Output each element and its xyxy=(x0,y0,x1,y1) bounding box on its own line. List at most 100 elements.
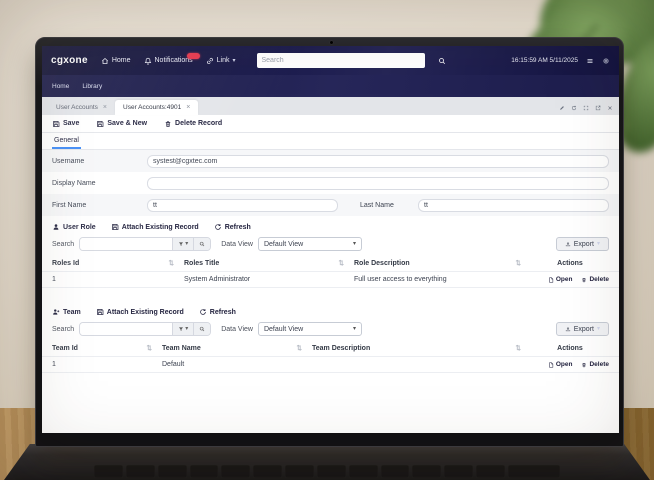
tab-label: User Accounts:4901 xyxy=(123,104,182,111)
team-name-cell: Default xyxy=(162,361,185,368)
record-toolbar: Save Save & New Delete Record xyxy=(42,115,619,133)
teams-filter-button[interactable]: ▾ xyxy=(172,323,194,335)
col-team-id[interactable]: Team Id xyxy=(52,345,78,352)
role-delete-button[interactable]: Delete xyxy=(581,276,609,283)
save-and-new-button[interactable]: Save & New xyxy=(96,120,147,128)
tab-close-icon[interactable]: × xyxy=(103,104,107,111)
teams-section: Team Attach Existing Record Refresh Sear… xyxy=(42,301,619,373)
tab-general[interactable]: General xyxy=(52,133,81,149)
team-delete-label: Delete xyxy=(589,361,609,368)
laptop-screen: cgxone Home Notifications Link ▾ Search … xyxy=(35,37,624,447)
sort-icon[interactable]: ⇅ xyxy=(297,344,302,352)
display-name-field[interactable] xyxy=(147,176,609,190)
chevron-down-icon: ▾ xyxy=(352,326,356,332)
trash-icon xyxy=(164,120,172,128)
roles-toolbar: User Role Attach Existing Record Refresh xyxy=(42,216,619,234)
roles-search-input[interactable] xyxy=(80,238,173,250)
teams-table-header: Team Id ⇅ Team Name ⇅ Team Description ⇅ Ac… xyxy=(42,340,619,356)
teams-table-row[interactable]: 1 Default Open Delete xyxy=(42,356,619,373)
laptop-keyboard xyxy=(94,465,560,478)
role-open-label: Open xyxy=(555,276,573,283)
refresh-icon[interactable] xyxy=(571,105,577,111)
search-icon xyxy=(199,326,205,332)
add-team-label: Team xyxy=(63,308,81,316)
menu-list-icon[interactable] xyxy=(586,57,594,65)
team-open-button[interactable]: Open xyxy=(548,361,572,368)
tab-user-accounts-4901[interactable]: User Accounts:4901 × xyxy=(115,100,199,115)
role-title-cell: System Administrator xyxy=(184,276,251,283)
edit-icon[interactable] xyxy=(559,105,565,111)
person-plus-icon xyxy=(52,308,60,316)
roles-search-button[interactable] xyxy=(193,238,211,250)
last-name-field[interactable] xyxy=(418,198,609,212)
roles-data-view-select[interactable]: Default View ▾ xyxy=(257,237,362,251)
col-roles-id[interactable]: Roles Id xyxy=(52,260,79,267)
teams-search-button[interactable] xyxy=(193,323,211,335)
teams-attach-label: Attach Existing Record xyxy=(106,308,184,316)
col-team-description[interactable]: Team Description xyxy=(312,345,370,352)
sort-icon[interactable]: ⇅ xyxy=(147,344,152,352)
roles-data-view-label: Data View xyxy=(221,240,253,248)
role-open-button[interactable]: Open xyxy=(548,276,573,283)
webcam xyxy=(329,41,333,44)
col-roles-title[interactable]: Roles Title xyxy=(184,260,219,267)
close-icon[interactable] xyxy=(607,105,613,111)
gear-icon[interactable] xyxy=(602,57,610,65)
save-icon xyxy=(111,223,119,231)
username-label: Username xyxy=(52,157,85,165)
add-user-role-label: User Role xyxy=(63,223,96,231)
menubar-item-home[interactable]: Home xyxy=(52,83,69,90)
role-description-cell: Full user access to everything xyxy=(354,276,447,283)
notification-badge xyxy=(186,52,200,59)
save-icon xyxy=(96,308,104,316)
first-name-field[interactable] xyxy=(147,198,338,212)
sort-icon[interactable]: ⇅ xyxy=(339,259,344,267)
display-name-row: Display Name xyxy=(42,172,619,194)
popout-icon[interactable] xyxy=(595,105,601,111)
menubar-item-library[interactable]: Library xyxy=(82,83,102,90)
roles-refresh-button[interactable]: Refresh xyxy=(214,223,251,231)
sort-icon[interactable]: ⇅ xyxy=(169,259,174,267)
teams-search-input[interactable] xyxy=(80,323,173,335)
search-icon[interactable] xyxy=(438,57,446,65)
home-icon xyxy=(101,57,109,65)
nav-link-menu[interactable]: Link ▾ xyxy=(206,57,236,65)
fullscreen-icon[interactable] xyxy=(583,105,589,111)
tab-user-accounts[interactable]: User Accounts × xyxy=(48,100,115,115)
teams-export-button[interactable]: Export ▾ xyxy=(555,322,609,336)
team-delete-button[interactable]: Delete xyxy=(581,361,609,368)
roles-search-row: Search ▾ Data View Default View ▾ Export… xyxy=(42,234,619,255)
names-row: First Name Last Name xyxy=(42,194,619,216)
add-team-button[interactable]: Team xyxy=(52,308,81,316)
roles-export-button[interactable]: Export ▾ xyxy=(555,237,609,251)
photo-scene: cgxone Home Notifications Link ▾ Search … xyxy=(0,0,654,480)
roles-table-row[interactable]: 1 System Administrator Full user access … xyxy=(42,271,619,288)
top-navbar: cgxone Home Notifications Link ▾ Search … xyxy=(42,46,619,75)
teams-refresh-button[interactable]: Refresh xyxy=(199,308,236,316)
nav-home[interactable]: Home xyxy=(101,57,131,65)
download-icon xyxy=(565,326,571,332)
tab-close-icon[interactable]: × xyxy=(186,104,190,111)
add-user-role-button[interactable]: User Role xyxy=(52,223,96,231)
teams-attach-existing-button[interactable]: Attach Existing Record xyxy=(96,308,184,316)
navbar-right: 16:15:59 AM 5/11/2025 xyxy=(511,57,610,65)
roles-search-group: ▾ xyxy=(79,237,212,251)
refresh-icon xyxy=(214,223,222,231)
roles-filter-button[interactable]: ▾ xyxy=(172,238,194,250)
nav-notifications[interactable]: Notifications xyxy=(144,52,200,65)
global-search-input[interactable] xyxy=(256,53,425,68)
roles-attach-label: Attach Existing Record xyxy=(121,223,199,231)
panel-controls xyxy=(559,105,613,115)
roles-attach-existing-button[interactable]: Attach Existing Record xyxy=(111,223,199,231)
teams-export-label: Export xyxy=(573,325,594,333)
sort-icon[interactable]: ⇅ xyxy=(516,344,521,352)
col-role-description[interactable]: Role Description xyxy=(354,260,410,267)
col-team-name[interactable]: Team Name xyxy=(162,345,201,352)
roles-table-header: Roles Id ⇅ Roles Title ⇅ Role Description ⇅… xyxy=(42,255,619,271)
username-field[interactable] xyxy=(147,154,609,168)
save-button[interactable]: Save xyxy=(52,120,79,128)
sort-icon[interactable]: ⇅ xyxy=(516,259,521,267)
teams-data-view-select[interactable]: Default View ▾ xyxy=(257,322,362,336)
role-id-cell: 1 xyxy=(52,276,56,283)
delete-record-button[interactable]: Delete Record xyxy=(164,120,222,128)
